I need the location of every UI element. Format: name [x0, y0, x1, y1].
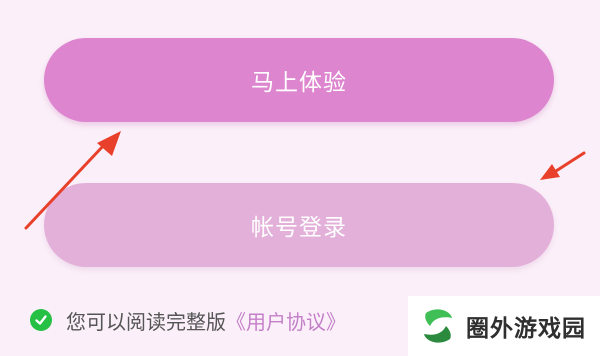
watermark-logo-icon — [424, 309, 452, 343]
watermark: 圈外游戏园 — [408, 296, 600, 356]
agreement-text: 您可以阅读完整版 — [66, 309, 226, 334]
try-now-label: 马上体验 — [251, 70, 347, 96]
try-now-button[interactable]: 马上体验 — [44, 38, 554, 122]
agreement-row: 您可以阅读完整版 《用户协议》 — [30, 302, 346, 338]
checkmark-icon[interactable] — [30, 309, 52, 331]
user-agreement-link[interactable]: 《用户协议》 — [226, 306, 346, 335]
right-annotation-arrow-icon — [540, 151, 586, 180]
account-login-label: 帐号登录 — [251, 215, 347, 241]
watermark-text: 圈外游戏园 — [466, 316, 586, 342]
account-login-button[interactable]: 帐号登录 — [44, 183, 554, 267]
